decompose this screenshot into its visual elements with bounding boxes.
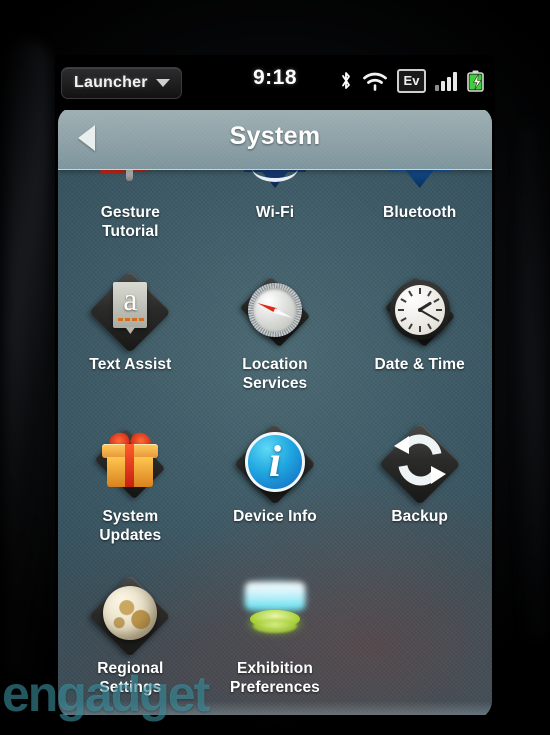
page-title: System [229, 122, 321, 150]
grid-item-label: Date & Time [355, 355, 485, 374]
label-line-1: Bluetooth [383, 204, 457, 221]
battery-charging-icon [467, 70, 484, 92]
grid-item-label: Wi-Fi [210, 203, 340, 222]
label-line-2: Preferences [230, 679, 320, 696]
date-time-icon [372, 267, 468, 353]
label-line-1: Wi-Fi [255, 204, 295, 221]
system-updates-icon [82, 419, 178, 505]
grid-item-backup[interactable]: Backup [347, 413, 492, 563]
grid-item-wifi[interactable]: Wi-Fi [203, 169, 348, 259]
label-line-1: Device Info [233, 508, 317, 525]
grid-item-label: Backup [355, 507, 485, 526]
signal-bars-icon [435, 71, 457, 91]
exhibition-preferences-icon [227, 571, 323, 657]
label-line-1: Text Assist [89, 356, 172, 373]
wifi-settings-icon [227, 169, 323, 201]
icon-grid-scroll-area[interactable]: Gesture Tutorial Wi-Fi Bluetooth a Text … [58, 169, 492, 715]
grid-item-label: Location Services [210, 355, 340, 393]
label-line-1: Backup [391, 508, 448, 525]
bezel-highlight-right [520, 120, 546, 640]
label-line-1: Location [242, 356, 308, 373]
regional-settings-icon [82, 571, 178, 658]
wifi-icon [363, 72, 387, 91]
gesture-tutorial-icon [82, 169, 178, 201]
label-line-1: Gesture [100, 204, 160, 221]
phone-photo: Launcher 9:18 Ev System Gesture Tutorial… [0, 0, 550, 735]
grid-item-label: Gesture Tutorial [65, 203, 195, 241]
icon-grid: Gesture Tutorial Wi-Fi Bluetooth a Text … [58, 169, 492, 715]
grid-item-label: Bluetooth [355, 203, 485, 222]
label-line-1: System [102, 508, 159, 525]
location-services-icon [227, 267, 323, 353]
sync-arrows-icon [393, 434, 446, 486]
grid-item-exhibition-preferences[interactable]: Exhibition Preferences [203, 565, 348, 715]
grid-item-system-updates[interactable]: System Updates [58, 413, 203, 563]
engadget-watermark: engadget [2, 666, 210, 722]
grid-item-date-time[interactable]: Date & Time [347, 261, 492, 411]
status-bar: Launcher 9:18 Ev [55, 55, 495, 110]
label-line-2: Updates [99, 527, 162, 544]
label-line-1: Exhibition [237, 660, 313, 677]
grid-item-label: Device Info [210, 507, 340, 526]
text-assist-icon: a [82, 267, 178, 354]
grid-item-label: Exhibition Preferences [210, 659, 340, 697]
grid-item-label: System Updates [65, 507, 195, 545]
grid-item-device-info[interactable]: i Device Info [203, 413, 348, 563]
bluetooth-settings-icon [372, 169, 468, 201]
status-icon-tray: Ev [339, 68, 487, 94]
grid-item-gesture-tutorial[interactable]: Gesture Tutorial [58, 169, 203, 259]
grid-item-location-services[interactable]: Location Services [203, 261, 348, 411]
system-settings-panel: System Gesture Tutorial Wi-Fi Bluetooth … [58, 107, 492, 715]
grid-item-label: Text Assist [65, 355, 195, 374]
grid-item-text-assist[interactable]: a Text Assist [58, 261, 203, 411]
grid-item-bluetooth[interactable]: Bluetooth [347, 169, 492, 259]
panel-header: System [58, 107, 492, 170]
bezel-highlight-left [6, 40, 50, 680]
phone-screen: Launcher 9:18 Ev System Gesture Tutorial… [55, 55, 495, 715]
backup-icon [372, 419, 468, 506]
label-line-1: Date & Time [374, 356, 465, 373]
label-line-2: Tutorial [102, 223, 159, 240]
label-line-2: Services [242, 375, 308, 392]
bluetooth-icon [342, 72, 350, 89]
evdo-icon: Ev [397, 69, 426, 93]
device-info-icon: i [227, 419, 323, 506]
